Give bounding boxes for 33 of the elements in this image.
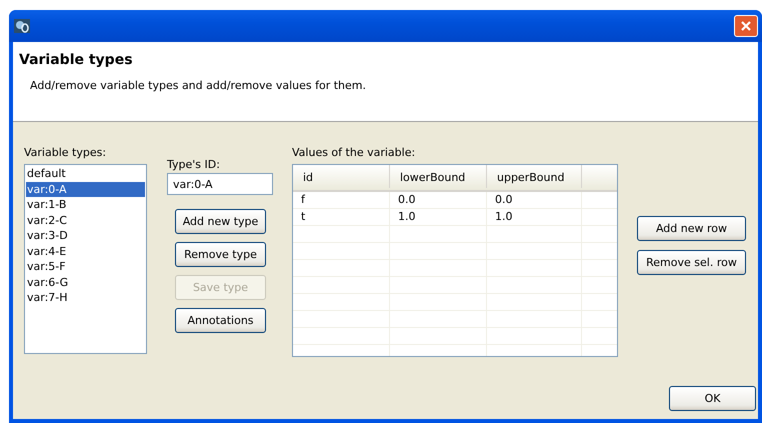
row-button[interactable]: Remove sel. row [637, 250, 746, 275]
close-icon [740, 20, 752, 32]
list-item[interactable]: default [26, 166, 145, 182]
ok-button[interactable]: OK [669, 386, 756, 411]
list-item[interactable]: var:6-G [26, 274, 145, 290]
table-cell-text: 0.0 [397, 192, 416, 208]
column-header[interactable]: id [293, 165, 390, 188]
id-field[interactable]: var:0-A [167, 173, 273, 195]
list-item[interactable]: var:1-B [26, 197, 145, 212]
column-header[interactable]: lowerBound [390, 165, 487, 188]
table-cell-text: 1.0 [494, 209, 514, 225]
dialog-description: Add/remove variable types and add/remove values for them. [30, 79, 367, 92]
list-item[interactable]: var:3-D [26, 228, 145, 244]
row-button[interactable]: Add new row [637, 216, 746, 241]
table-cell-text: t [300, 209, 306, 225]
type-button[interactable]: Add new type [175, 209, 266, 234]
close-button[interactable] [734, 15, 758, 37]
type-button[interactable]: Remove type [175, 242, 266, 267]
table-cell-text: f [300, 192, 306, 208]
list-item[interactable]: var:4-E [26, 244, 145, 259]
list-item[interactable]: var:2-C [26, 212, 145, 228]
dialog-title: Variable types [19, 52, 134, 68]
list-item[interactable]: var:5-F [26, 259, 145, 274]
table-label: Values of the variable: [292, 146, 416, 159]
list-item[interactable]: var:0-A [26, 182, 145, 197]
table-cell-text: 1.0 [397, 209, 416, 225]
column-header[interactable]: upperBound [487, 165, 582, 188]
list-item[interactable]: var:7-H [26, 290, 145, 306]
list-label: Variable types: [24, 146, 108, 159]
type-button[interactable]: Annotations [175, 308, 266, 333]
field-label: Type's ID: [167, 158, 221, 171]
type-list[interactable]: default var:0-A var:1-B var:2-C var:3-D var:4-E var:5-F var:6-G var:7-H [24, 164, 147, 354]
table-cell-text: 0.0 [494, 192, 514, 208]
